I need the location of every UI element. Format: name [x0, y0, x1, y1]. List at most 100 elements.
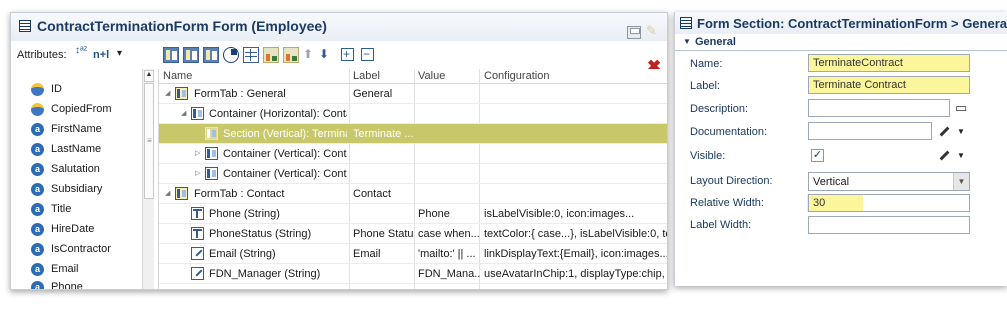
attribute-label: CopiedFrom	[51, 103, 112, 115]
table-row[interactable]: ▷ Container (Vertical): Conta...	[159, 144, 667, 164]
visible-checkbox[interactable]: ✓	[811, 149, 824, 162]
table-row[interactable]: PhoneStatus (String) Phone Status case w…	[159, 224, 667, 244]
column-header-label[interactable]: Label	[353, 70, 380, 82]
relative-width-label: Relative Width:	[690, 197, 764, 209]
scroll-grip-icon: ≡	[147, 136, 152, 145]
name-field[interactable]	[808, 54, 970, 72]
name-label: Name:	[690, 58, 723, 70]
label-field[interactable]	[808, 76, 970, 94]
relative-width-field[interactable]	[808, 194, 970, 212]
row-configuration: isLabelVisible:0, icon:images...	[484, 208, 635, 220]
row-value: 'mailto:' || ...	[418, 248, 476, 260]
attribute-item-title[interactable]: a Title	[31, 201, 143, 219]
documentation-field[interactable]	[808, 122, 932, 140]
row-name: Container (Vertical): Conta...	[223, 148, 347, 160]
select-dropdown-icon[interactable]: ▼	[953, 173, 969, 190]
attributes-dropdown-icon[interactable]: ▾	[117, 48, 122, 59]
table-row[interactable]: ◢ FormTab : General General	[159, 84, 667, 104]
collapse-caret-icon[interactable]: ▼	[683, 37, 691, 46]
form-icon	[19, 20, 31, 32]
attribute-icon: a	[31, 263, 44, 276]
attribute-item-email[interactable]: a Email	[31, 261, 143, 279]
add-chart-pie-icon[interactable]	[223, 47, 239, 63]
layout-direction-value: Vertical	[813, 176, 850, 188]
general-section-header[interactable]: ▼ General	[675, 34, 1007, 51]
attribute-item-subsidiary[interactable]: a Subsidiary	[31, 181, 143, 199]
table-row[interactable]: Email (String) Email 'mailto:' || ... li…	[159, 244, 667, 264]
row-name: Phone (String)	[209, 208, 280, 220]
label-width-field[interactable]	[808, 216, 970, 234]
edit-pen-icon[interactable]	[937, 148, 951, 162]
row-name: Email (String)	[209, 248, 276, 260]
scroll-thumb[interactable]: ≡	[144, 83, 154, 199]
expander-icon[interactable]: ▷	[195, 169, 200, 177]
expander-icon[interactable]: ▷	[195, 149, 200, 157]
attribute-icon: a	[31, 203, 44, 216]
dropdown-arrow-icon[interactable]: ▼	[957, 151, 965, 160]
attribute-item-phone[interactable]: a Phone	[31, 279, 143, 289]
attribute-item-firstname[interactable]: a FirstName	[31, 121, 143, 139]
row-name: FormTab : General	[194, 88, 286, 100]
row-name: Container (Horizontal): Contai...	[209, 108, 347, 120]
add-container-vertical-icon[interactable]	[203, 47, 219, 63]
edit-pen-icon[interactable]	[937, 124, 951, 138]
add-grid-icon[interactable]	[243, 47, 259, 63]
attribute-item-iscontractor[interactable]: a IsContractor	[31, 241, 143, 259]
attribute-label: IsContractor	[51, 243, 111, 255]
attribute-item-id[interactable]: ID	[31, 81, 143, 99]
row-label: Phone Status	[353, 228, 413, 240]
expand-editor-icon[interactable]: ▭	[955, 100, 967, 116]
table-row[interactable]: ◢ FormTab : Contact Contact	[159, 184, 667, 204]
row-label: Terminate ...	[353, 128, 413, 140]
expander-icon[interactable]: ◢	[165, 189, 170, 197]
general-section-label: General	[695, 36, 736, 48]
table-row-selected[interactable]: Section (Vertical): Termina... Terminate…	[159, 124, 667, 144]
attribute-icon: a	[31, 281, 44, 289]
attribute-item-copiedfrom[interactable]: CopiedFrom	[31, 101, 143, 119]
attribute-list-scrollbar[interactable]: ▲ ≡	[142, 69, 154, 289]
move-up-icon[interactable]: ⬆	[303, 47, 313, 61]
column-header-configuration[interactable]: Configuration	[484, 70, 549, 82]
layout-direction-select[interactable]: Vertical ▼	[808, 172, 970, 191]
table-row[interactable]: ▷ Container (Vertical): Conta...	[159, 164, 667, 184]
scroll-up-arrow-icon[interactable]: ▲	[144, 70, 154, 82]
add-chart-icon[interactable]	[263, 47, 279, 63]
attribute-icon: a	[31, 143, 44, 156]
form-section-properties-panel: Form Section: ContractTerminationForm > …	[674, 12, 1007, 286]
form-title: ContractTerminationForm Form (Employee)	[37, 18, 327, 34]
dropdown-arrow-icon[interactable]: ▼	[957, 127, 965, 136]
row-label: General	[353, 88, 393, 100]
attribute-list: ID CopiedFrom a FirstName a LastName a S…	[11, 69, 145, 289]
table-row[interactable]: FDN_Manager (String) FDN_Mana... useAvat…	[159, 264, 667, 284]
expand-all-icon[interactable]: +	[341, 47, 354, 61]
add-report-icon[interactable]	[283, 47, 299, 63]
visible-label: Visible:	[690, 150, 726, 162]
attribute-icon: a	[31, 243, 44, 256]
documentation-label: Documentation:	[690, 126, 768, 138]
table-row[interactable]: ◢ Container (Horizontal): Contai...	[159, 104, 667, 124]
column-header-value[interactable]: Value	[418, 70, 445, 82]
edit-icon[interactable]: ✎	[646, 23, 660, 38]
properties-header: Form Section: ContractTerminationForm > …	[675, 12, 1007, 34]
sort-az-icon[interactable]: ↕ᵃᶻ	[75, 46, 87, 56]
description-field[interactable]	[808, 99, 950, 117]
attribute-item-hiredate[interactable]: a HireDate	[31, 221, 143, 239]
move-down-icon[interactable]: ⬇	[319, 47, 329, 61]
expander-icon[interactable]: ◢	[165, 89, 170, 97]
label-width-label: Label Width:	[690, 219, 752, 231]
column-header-name[interactable]: Name	[163, 70, 192, 82]
attribute-item-lastname[interactable]: a LastName	[31, 141, 143, 159]
add-container-horizontal-icon[interactable]	[183, 47, 199, 63]
save-icon[interactable]	[627, 26, 641, 39]
attribute-label: FirstName	[51, 123, 102, 135]
expander-icon[interactable]: ◢	[181, 109, 186, 117]
add-formtab-icon[interactable]	[163, 47, 179, 63]
form-editor-header: ContractTerminationForm Form (Employee) …	[11, 13, 667, 41]
collapse-all-icon[interactable]: −	[361, 47, 374, 61]
attribute-item-salutation[interactable]: a Salutation	[31, 161, 143, 179]
table-row[interactable]: Phone (String) Phone isLabelVisible:0, i…	[159, 204, 667, 224]
nplus-toggle[interactable]: n+l	[93, 49, 109, 61]
attribute-icon: a	[31, 123, 44, 136]
attribute-icon: a	[31, 163, 44, 176]
form-section-icon	[680, 17, 692, 29]
